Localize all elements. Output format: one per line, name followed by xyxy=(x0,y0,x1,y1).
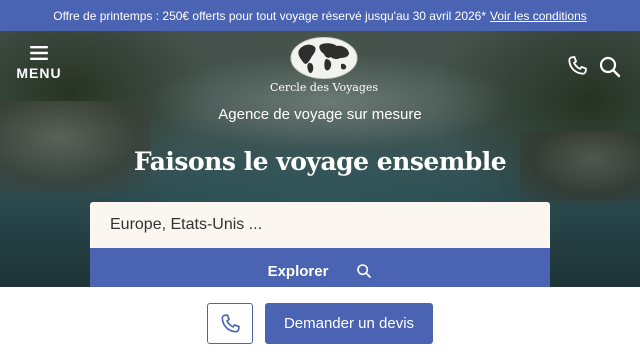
destination-search-input[interactable] xyxy=(90,202,550,248)
headline-part-1: Faisons le xyxy=(133,147,277,176)
hero-headline: Faisons le voyage ensemble xyxy=(0,147,640,176)
menu-button[interactable]: MENU xyxy=(14,46,64,90)
conditions-link[interactable]: Voir les conditions xyxy=(490,9,587,23)
tagline: Agence de voyage sur mesure xyxy=(218,106,422,123)
headline-part-2: ensemble xyxy=(368,147,507,176)
search-button[interactable] xyxy=(598,55,622,79)
promo-banner: Offre de printemps : 250€ offerts pour t… xyxy=(0,0,640,31)
site-logo[interactable]: Cercle des Voyages xyxy=(260,36,388,98)
logo-text: Cercle des Voyages xyxy=(269,81,379,94)
menu-label: MENU xyxy=(16,65,62,81)
phone-icon xyxy=(568,56,587,75)
headline-bold: voyage xyxy=(276,147,369,176)
phone-button[interactable] xyxy=(566,55,590,79)
search-icon xyxy=(599,56,621,78)
explore-label: Explorer xyxy=(267,262,329,280)
request-quote-button[interactable]: Demander un devis xyxy=(265,303,433,344)
search-icon xyxy=(357,264,372,278)
world-map-icon xyxy=(290,37,358,79)
hamburger-icon xyxy=(30,46,48,60)
phone-icon xyxy=(221,313,240,333)
call-button[interactable] xyxy=(207,303,253,344)
bottom-action-bar: Demander un devis xyxy=(0,287,640,360)
explore-button[interactable]: Explorer xyxy=(90,248,550,287)
promo-text: Offre de printemps : 250€ offerts pour t… xyxy=(53,8,487,23)
hero-section: MENU Cercle des Voyages Agence de voyage… xyxy=(0,31,640,287)
